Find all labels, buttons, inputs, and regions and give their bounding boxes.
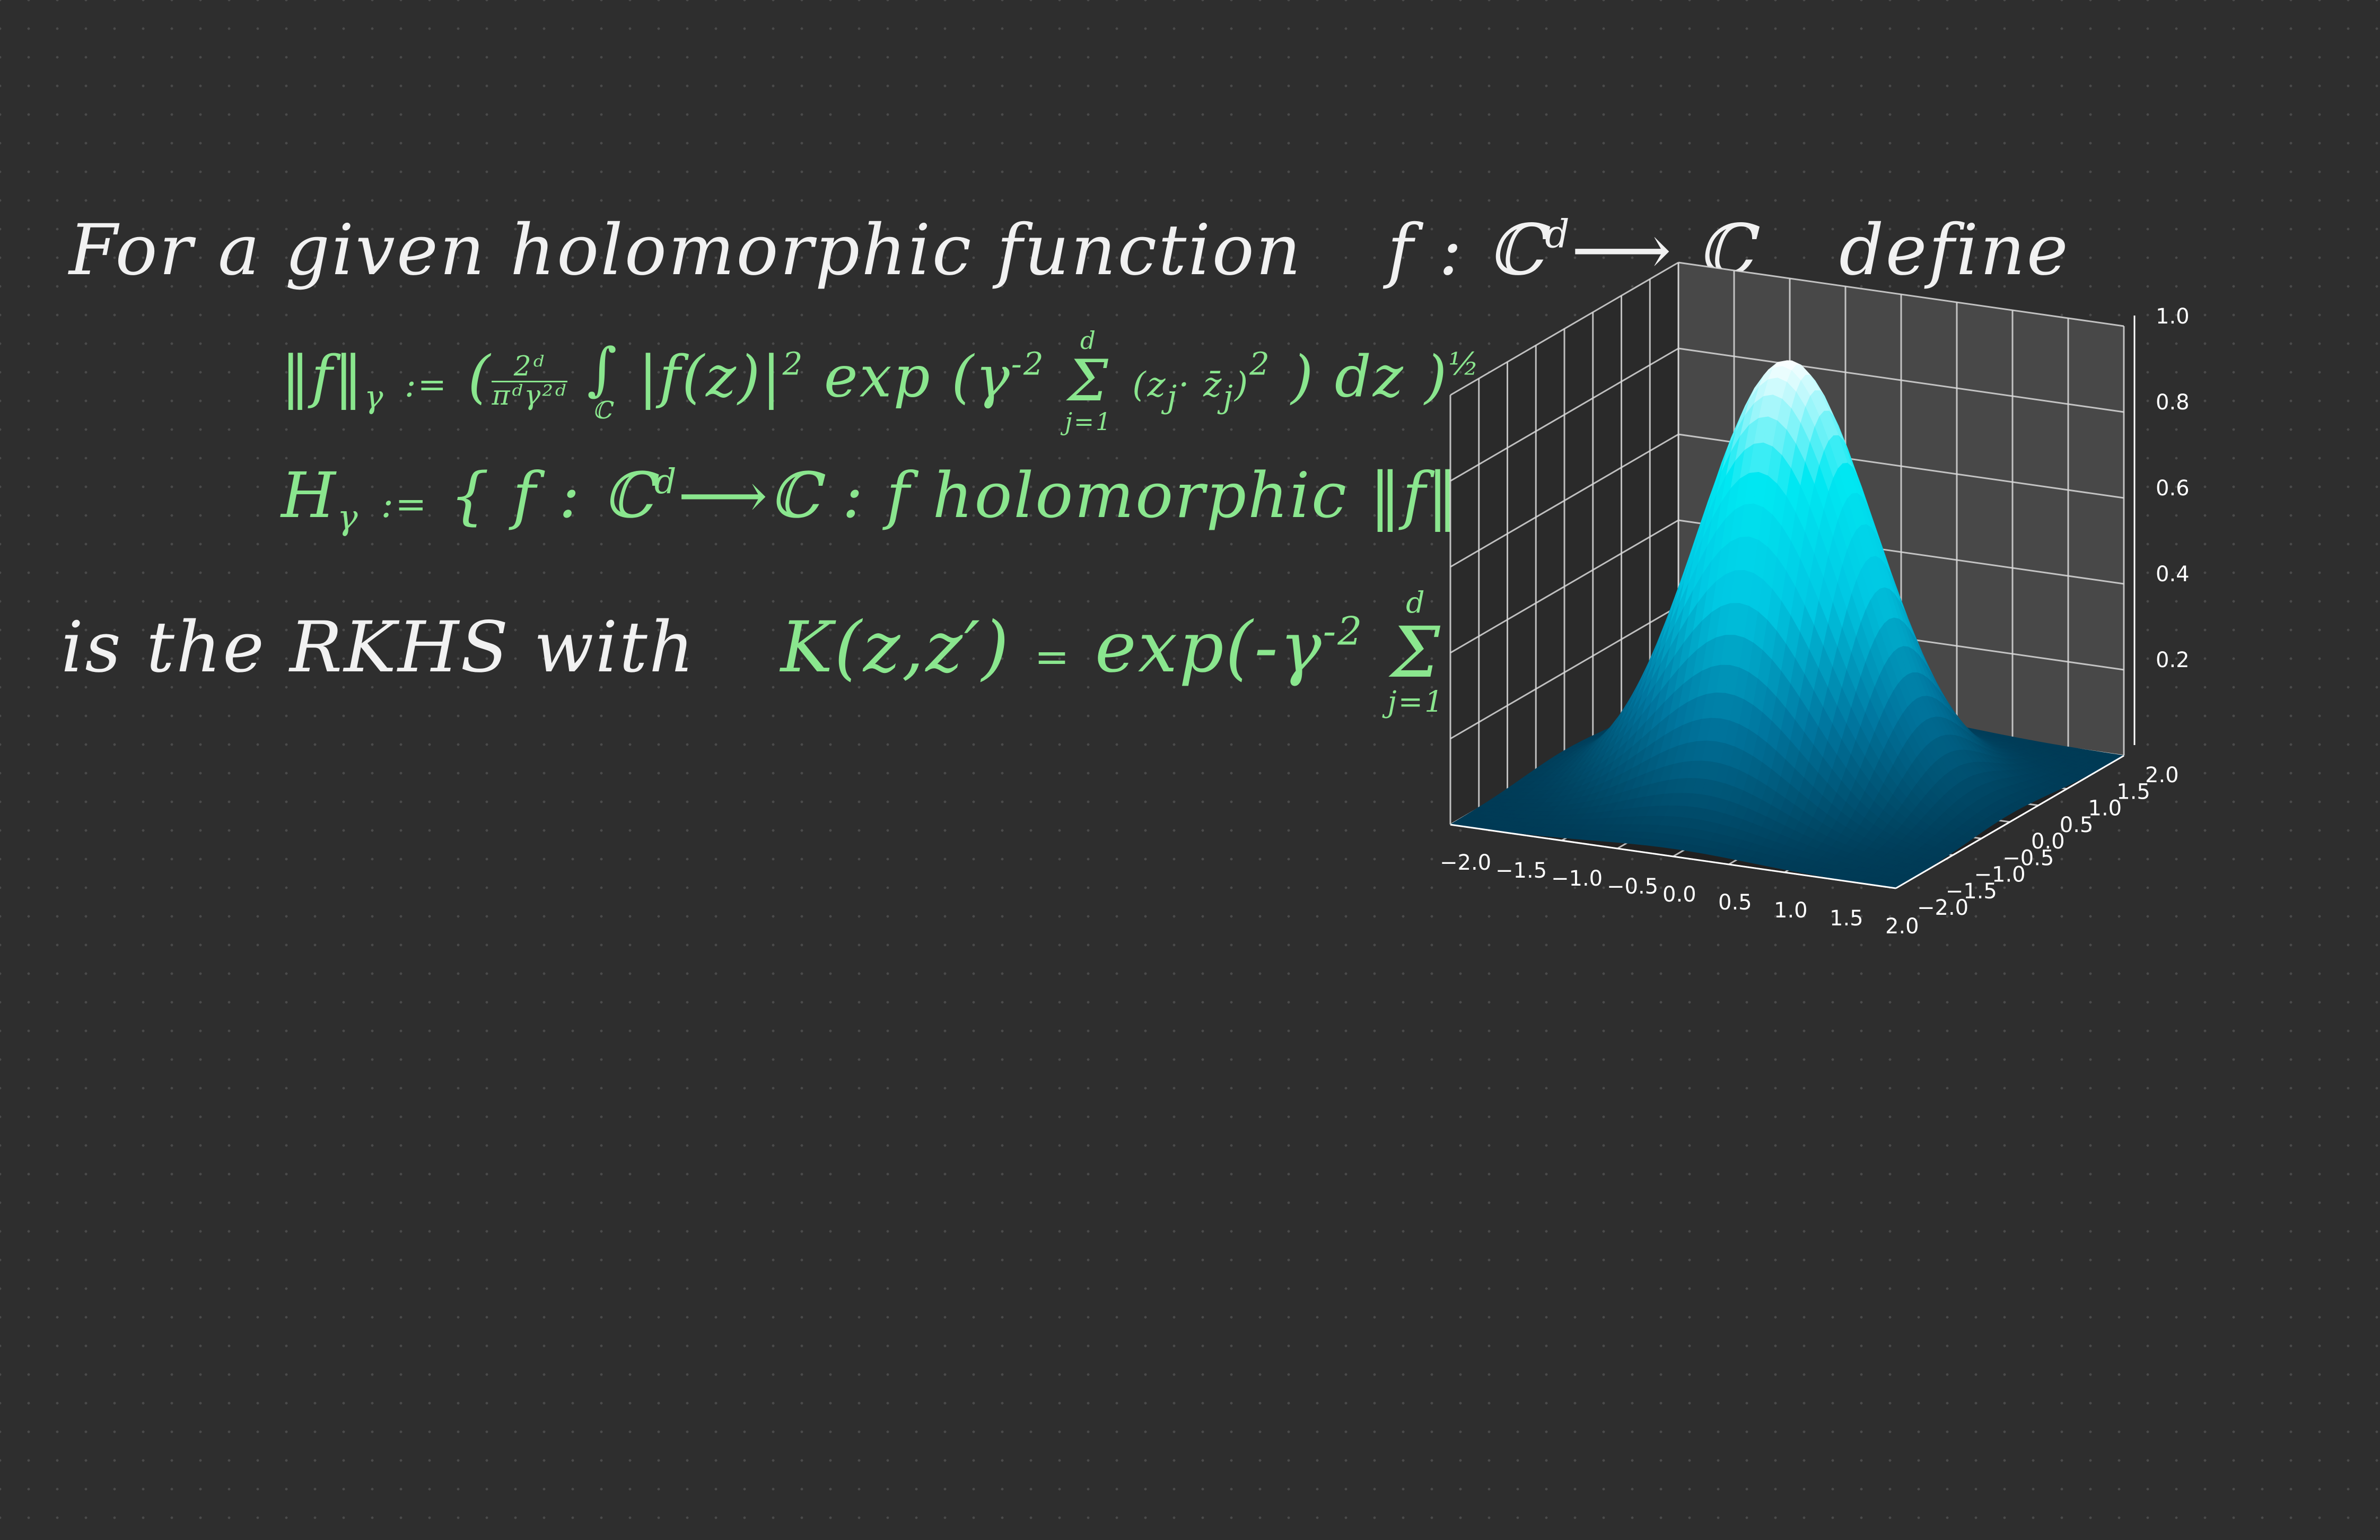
z-tick-label: 1.0 bbox=[2156, 304, 2190, 329]
x-tick-label: 1.0 bbox=[1774, 898, 1808, 923]
x-tick-label: −1.0 bbox=[1551, 867, 1603, 891]
sum-term-sub: j bbox=[1167, 379, 1179, 416]
sum-term: (z bbox=[1132, 365, 1167, 405]
line1-map: f : ℂ bbox=[1387, 209, 1545, 291]
line4-text: is the RKHS with bbox=[61, 606, 696, 688]
line1-text: For a given holomorphic function bbox=[69, 209, 1303, 291]
normalizing-fraction: 2ᵈ πᵈγ²ᵈ bbox=[492, 353, 567, 410]
set-body: ℂ : f holomorphic ‖f‖ bbox=[769, 459, 1460, 532]
fraction-numerator: 2ᵈ bbox=[492, 353, 567, 382]
integral-sign: ∫ bbox=[587, 336, 619, 402]
line2-tail: ) dz ) bbox=[1291, 344, 1449, 410]
space-assign: := bbox=[381, 482, 428, 526]
kernel-sum-lower: j=1 bbox=[1387, 685, 1445, 720]
x-tick-label: 1.5 bbox=[1830, 906, 1863, 931]
sum-term-sub2: j bbox=[1223, 379, 1235, 416]
handwritten-note: For a given holomorphic function f : ℂd⟶… bbox=[0, 0, 2068, 742]
z-tick-label: 0.8 bbox=[2156, 390, 2190, 415]
integrand-power: 2 bbox=[782, 346, 804, 383]
sum-lower: j=1 bbox=[1064, 408, 1113, 436]
space-symbol: H bbox=[281, 459, 337, 532]
space-sub: γ bbox=[337, 497, 360, 538]
exp-word: exp bbox=[824, 344, 932, 410]
kernel-eq: = bbox=[1034, 632, 1071, 681]
sum-sign: Σ bbox=[1068, 348, 1110, 415]
x-tick-label: 0.5 bbox=[1718, 890, 1752, 915]
x-tick-label: −2.0 bbox=[1440, 851, 1491, 875]
x-tick-label: 2.0 bbox=[1885, 914, 1919, 939]
norm-symbol: ‖f‖ bbox=[281, 344, 364, 410]
sum-term-close: ) bbox=[1234, 365, 1250, 405]
x-tick-label: −0.5 bbox=[1607, 874, 1658, 899]
kernel-sum-stack: d Σj=1 bbox=[1387, 588, 1445, 720]
kernel-exp: exp(-γ bbox=[1095, 606, 1323, 688]
x-tick-label: −1.5 bbox=[1495, 859, 1547, 883]
outer-power: ½ bbox=[1448, 346, 1481, 383]
line1-map-sup: d bbox=[1545, 212, 1571, 257]
z-tick-label: 0.2 bbox=[2156, 648, 2190, 672]
integrand: |f(z)| bbox=[638, 344, 783, 410]
gaussian-surface-plot: −2.0 −1.5 −1.0 −0.5 0.0 0.5 1.0 1.5 2.0−2.0−1.5−… bbox=[1440, 261, 2190, 939]
set-open: { f : ℂ bbox=[449, 459, 654, 532]
note-line-2-norm-definition: ‖f‖γ := (2ᵈ πᵈγ²ᵈ ∫ ℂ |f(z)|2 exp (γ-2 dΣj… bbox=[281, 329, 1481, 434]
x-tick-label: 0.0 bbox=[1662, 882, 1696, 907]
kernel-exp-power: -2 bbox=[1323, 609, 1364, 654]
sum-stack: d Σj=1 bbox=[1065, 329, 1113, 434]
norm-sub: γ bbox=[364, 379, 385, 416]
open-paren: ( bbox=[468, 344, 492, 410]
note-line-4-kernel: is the RKHS with K(z,z′) = exp(-γ-2 d Σj=… bbox=[61, 588, 1685, 720]
y-tick-label: 2.0 bbox=[2145, 763, 2179, 788]
assign-symbol: := bbox=[404, 365, 448, 405]
z-tick-label: 0.6 bbox=[2156, 476, 2190, 501]
fraction-denominator: πᵈγ²ᵈ bbox=[492, 379, 567, 412]
line1-define: define bbox=[1839, 209, 2070, 291]
set-sup: d bbox=[654, 462, 678, 502]
exp-power: -2 bbox=[1011, 346, 1045, 383]
set-arrow: ⟶ bbox=[678, 459, 769, 532]
kernel-sum-sign: Σ bbox=[1390, 612, 1442, 694]
sum-term-mid: · z̄ bbox=[1178, 365, 1223, 405]
z-tick-label: 0.4 bbox=[2156, 562, 2190, 587]
kernel-symbol: K(z,z′) bbox=[780, 606, 1011, 688]
integral-stack: ∫ ℂ bbox=[587, 336, 619, 422]
sum-term-power: 2 bbox=[1249, 346, 1271, 383]
exp-open: (γ bbox=[951, 344, 1011, 410]
